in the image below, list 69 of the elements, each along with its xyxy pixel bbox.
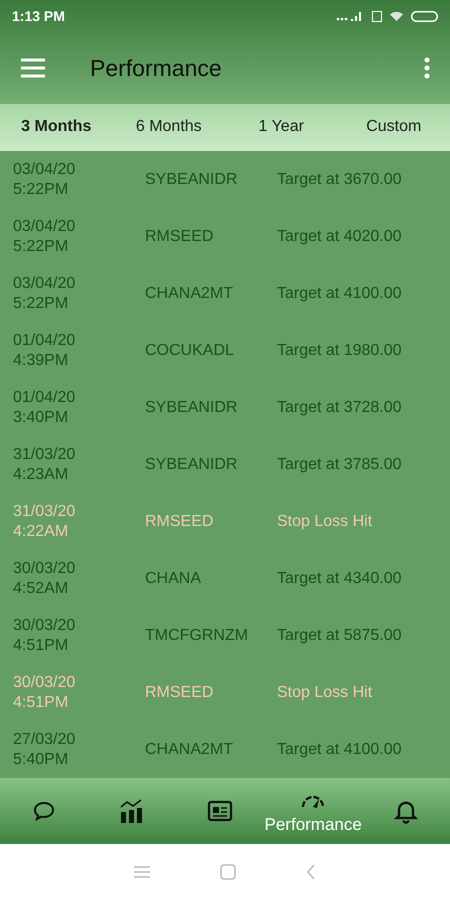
row-time: 5:40PM [13,750,70,770]
menu-icon[interactable] [134,864,150,879]
performance-row[interactable]: 03/04/20 5:22PM RMSEED Target at 4020.00 [0,208,450,265]
row-date: 03/04/20 [13,216,76,236]
signal-icon [336,11,364,21]
row-symbol: SYBEANIDR [145,454,238,474]
performance-row[interactable]: 30/03/20 4:51PM TMCFGRNZM Target at 5875.00 [0,607,450,664]
row-result: Target at 5875.00 [277,626,402,646]
performance-row[interactable]: 01/04/20 3:40PM SYBEANIDR Target at 3728.00 [0,379,450,436]
period-tab[interactable]: 6 Months [112,104,225,149]
home-icon[interactable] [220,864,236,880]
row-date: 30/03/20 [13,672,76,692]
row-date: 27/03/20 [13,730,76,750]
row-result: Target at 4100.00 [277,740,402,760]
row-result: Stop Loss Hit [277,682,372,702]
performance-row[interactable]: 27/03/20 5:40PM CHANA2MT Target at 4100.00 [0,721,450,778]
performance-row[interactable]: 03/04/20 5:22PM SYBEANIDR Target at 3670.00 [0,151,450,208]
more-options-icon[interactable] [424,57,430,79]
row-symbol: RMSEED [145,226,214,246]
performance-row[interactable]: 03/04/20 5:22PM CHANA2MT Target at 4100.00 [0,265,450,322]
row-time: 4:23AM [13,464,70,484]
row-date: 01/04/20 [13,330,76,350]
row-date: 01/04/20 [13,388,76,408]
row-symbol: SYBEANIDR [145,170,238,190]
battery-icon [411,10,438,22]
row-time: 5:22PM [13,294,70,314]
performance-row[interactable]: 30/03/20 4:52AM CHANA Target at 4340.00 [0,550,450,607]
performance-row[interactable]: 31/03/20 4:22AM RMSEED Stop Loss Hit [0,493,450,550]
bottom-nav-item[interactable]: Performance [264,778,362,844]
row-time: 4:22AM [13,522,70,542]
period-tab[interactable]: 3 Months [0,104,112,149]
performance-row[interactable]: 31/03/20 4:23AM SYBEANIDR Target at 3785.00 [0,436,450,493]
row-symbol: SYBEANIDR [145,398,238,418]
row-date: 03/04/20 [13,274,76,294]
row-symbol: TMCFGRNZM [145,626,250,646]
row-time: 3:40PM [13,408,70,428]
row-result: Target at 4100.00 [277,284,402,304]
row-time: 4:51PM [13,692,70,712]
status-time: 1:13 PM [12,7,65,26]
row-result: Stop Loss Hit [277,512,372,532]
row-symbol: CHANA2MT [145,284,234,304]
row-date: 30/03/20 [13,616,76,636]
wifi-icon [390,12,403,20]
row-date: 30/03/20 [13,558,76,578]
row-result: Target at 1980.00 [277,340,402,360]
period-tab[interactable]: Custom [338,104,450,149]
row-result: Target at 4020.00 [277,226,402,246]
row-time: 5:22PM [13,236,70,256]
row-result: Target at 3728.00 [277,398,402,418]
row-time: 4:39PM [13,350,70,370]
row-date: 31/03/20 [13,444,76,464]
performance-row[interactable]: 01/04/20 4:39PM COCUKADL Target at 1980.00 [0,322,450,379]
row-time: 4:52AM [13,578,70,598]
row-symbol: COCUKADL [145,340,235,360]
row-date: 03/04/20 [13,160,76,180]
period-tab[interactable]: 1 Year [225,104,338,149]
row-symbol: CHANA2MT [145,740,234,760]
row-date: 31/03/20 [13,502,76,522]
row-time: 5:22PM [13,180,70,200]
performance-row[interactable]: 30/03/20 4:51PM RMSEED Stop Loss Hit [0,664,450,721]
row-result: Target at 3785.00 [277,454,402,474]
back-icon[interactable] [306,864,316,880]
row-result: Target at 3670.00 [277,170,402,190]
row-symbol: RMSEED [145,682,214,702]
row-time: 4:51PM [13,636,70,656]
row-symbol: RMSEED [145,512,214,532]
app-title: Performance [90,54,223,83]
row-symbol: CHANA [145,568,202,588]
row-result: Target at 4340.00 [277,568,402,588]
